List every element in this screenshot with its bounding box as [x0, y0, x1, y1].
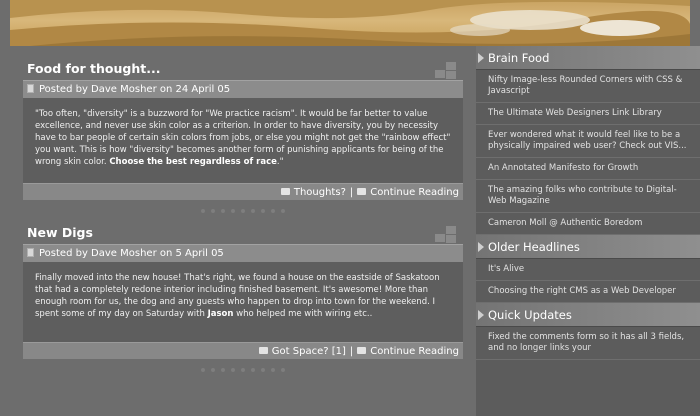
document-icon: [27, 84, 34, 93]
post-decoration-icon: [435, 62, 457, 80]
post-body: "Too often, "diversity" is a buzzword fo…: [23, 98, 463, 183]
post-body-bold: Choose the best regardless of race: [109, 157, 277, 167]
sidebar-link[interactable]: Cameron Moll @ Authentic Boredom: [476, 213, 700, 235]
sidebar-heading-brain-food: Brain Food: [476, 46, 700, 70]
post-body: Finally moved into the new house! That's…: [23, 262, 463, 342]
post: Food for thought... Posted by Dave Moshe…: [23, 58, 463, 200]
comments-link[interactable]: Got Space? [1]: [272, 346, 346, 357]
sidebar-heading-older-headlines: Older Headlines: [476, 235, 700, 259]
comment-icon: [258, 347, 268, 354]
post-footer: Got Space? [1] | Continue Reading: [23, 342, 463, 359]
post-meta-text: Posted by Dave Mosher on 5 April 05: [39, 248, 224, 259]
separator: |: [349, 187, 354, 198]
document-icon: [27, 248, 34, 257]
comment-icon: [280, 188, 290, 195]
post-body-bold: Jason: [207, 309, 234, 319]
sidebar-link[interactable]: The amazing folks who contribute to Digi…: [476, 180, 700, 213]
post-title[interactable]: Food for thought...: [23, 58, 463, 80]
post-title[interactable]: New Digs: [23, 222, 463, 244]
header-banner: [10, 0, 690, 46]
sidebar-link[interactable]: The Ultimate Web Designers Link Library: [476, 103, 700, 125]
main-content: Food for thought... Posted by Dave Moshe…: [23, 58, 463, 381]
post-divider: [23, 200, 463, 222]
desert-dunes-image: [10, 0, 690, 46]
sidebar-link[interactable]: An Annotated Manifesto for Growth: [476, 158, 700, 180]
post-decoration-icon: [435, 226, 457, 244]
post-body-end: .": [276, 157, 284, 167]
post-divider: [23, 359, 463, 381]
continue-reading-link[interactable]: Continue Reading: [370, 187, 459, 198]
post-meta-text: Posted by Dave Mosher on 24 April 05: [39, 84, 231, 95]
sidebar-heading-quick-updates: Quick Updates: [476, 303, 700, 327]
sidebar-link[interactable]: Choosing the right CMS as a Web Develope…: [476, 281, 700, 303]
arrow-icon: [357, 188, 367, 195]
post-footer: Thoughts? | Continue Reading: [23, 183, 463, 200]
sidebar-link[interactable]: It's Alive: [476, 259, 700, 281]
comments-link[interactable]: Thoughts?: [294, 187, 346, 198]
post-body-end: who helped me with wiring etc..: [233, 309, 373, 319]
sidebar-link[interactable]: Fixed the comments form so it has all 3 …: [476, 327, 700, 360]
sidebar: Brain Food Nifty Image-less Rounded Corn…: [476, 46, 700, 416]
continue-reading-link[interactable]: Continue Reading: [370, 346, 459, 357]
separator: |: [349, 346, 354, 357]
sidebar-link[interactable]: Nifty Image-less Rounded Corners with CS…: [476, 70, 700, 103]
post: New Digs Posted by Dave Mosher on 5 Apri…: [23, 222, 463, 359]
sidebar-link[interactable]: Ever wondered what it would feel like to…: [476, 125, 700, 158]
post-meta: Posted by Dave Mosher on 5 April 05: [23, 244, 463, 262]
post-meta: Posted by Dave Mosher on 24 April 05: [23, 80, 463, 98]
arrow-icon: [357, 347, 367, 354]
